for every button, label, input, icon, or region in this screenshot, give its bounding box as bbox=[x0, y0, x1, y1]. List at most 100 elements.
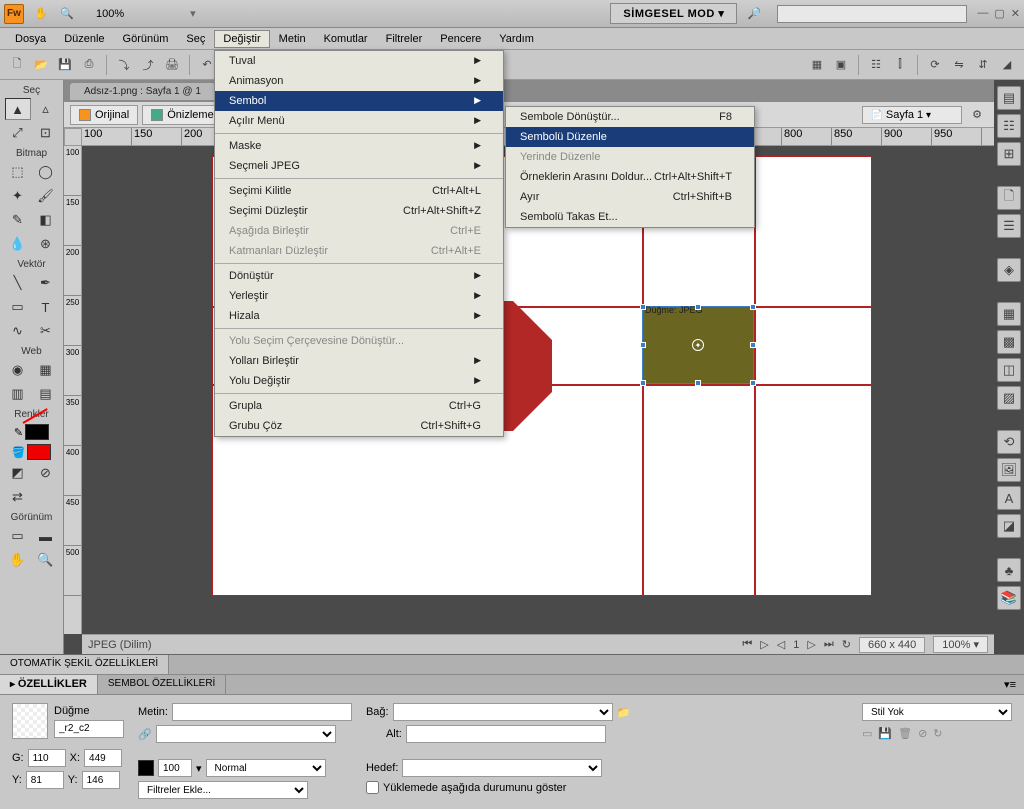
x-input[interactable] bbox=[84, 749, 122, 767]
menu-item[interactable]: Örneklerin Arasını Doldur...Ctrl+Alt+Shi… bbox=[506, 167, 754, 187]
menu-gorunum[interactable]: Görünüm bbox=[114, 30, 178, 48]
handle-tm[interactable] bbox=[695, 304, 701, 310]
maximize-icon[interactable]: ▢ bbox=[994, 7, 1004, 20]
dock-align-icon[interactable]: ⊞ bbox=[997, 142, 1021, 166]
new-icon[interactable]: 🗋 bbox=[6, 54, 28, 76]
handle-ml[interactable] bbox=[640, 342, 646, 348]
save-icon[interactable]: 💾 bbox=[54, 54, 76, 76]
scale-tool[interactable]: ⤢ bbox=[5, 122, 31, 144]
object-name-input[interactable] bbox=[54, 720, 124, 738]
flip-v-icon[interactable]: ⇵ bbox=[972, 54, 994, 76]
dock-library-icon[interactable]: 📚 bbox=[997, 586, 1021, 610]
handle-bm[interactable] bbox=[695, 380, 701, 386]
selected-button-symbol[interactable]: Düğme: JPEG ✦ bbox=[642, 306, 754, 384]
width-input[interactable] bbox=[28, 749, 66, 767]
dock-assets-icon[interactable]: ◈ bbox=[997, 258, 1021, 282]
fill-color[interactable] bbox=[27, 444, 51, 460]
marquee-tool[interactable]: ⬚ bbox=[5, 161, 31, 183]
style-delete-icon[interactable]: 🗑 bbox=[898, 727, 912, 740]
menu-item[interactable]: AyırCtrl+Shift+B bbox=[506, 187, 754, 207]
menu-yardim[interactable]: Yardım bbox=[490, 30, 543, 48]
frame-next-icon[interactable]: ▷ bbox=[807, 638, 815, 651]
menu-duzenle[interactable]: Düzenle bbox=[55, 30, 113, 48]
stamp-tool[interactable]: ⊛ bbox=[33, 233, 59, 255]
dock-mixer-icon[interactable]: ◫ bbox=[997, 358, 1021, 382]
dock-swatches-icon[interactable]: ▨ bbox=[997, 386, 1021, 410]
page-options-icon[interactable]: ⚙ bbox=[966, 104, 988, 126]
menu-item[interactable]: GruplaCtrl+G bbox=[215, 396, 503, 416]
menu-degistir[interactable]: Değiştir bbox=[214, 30, 269, 48]
menu-item[interactable]: Maske▶ bbox=[215, 136, 503, 156]
menu-komutlar[interactable]: Komutlar bbox=[315, 30, 377, 48]
filters-select[interactable]: Filtreler Ekle... bbox=[138, 781, 308, 799]
pencil-tool[interactable]: ✎ bbox=[5, 209, 31, 231]
style-select[interactable]: Stil Yok bbox=[862, 703, 1012, 721]
stroke-color[interactable] bbox=[25, 424, 49, 440]
menu-dosya[interactable]: Dosya bbox=[6, 30, 55, 48]
panel-autoshape-tab[interactable]: OTOMATİK ŞEKİL ÖZELLİKLERİ bbox=[0, 655, 169, 674]
export-icon[interactable]: ⤴ bbox=[137, 54, 159, 76]
menu-item[interactable]: Grubu ÇözCtrl+Shift+G bbox=[215, 416, 503, 436]
dock-url-icon[interactable]: ▩ bbox=[997, 330, 1021, 354]
slice-tool[interactable]: ▦ bbox=[33, 359, 59, 381]
doc-tab[interactable]: Adsız-1.png : Sayfa 1 @ 1 bbox=[70, 83, 215, 100]
menu-item[interactable]: Tuval▶ bbox=[215, 51, 503, 71]
dock-path-icon[interactable]: ⟲ bbox=[997, 430, 1021, 454]
menu-item[interactable]: Hizala▶ bbox=[215, 306, 503, 326]
menu-pencere[interactable]: Pencere bbox=[431, 30, 490, 48]
frame-play-icon[interactable]: ▷ bbox=[760, 638, 768, 651]
menu-item[interactable]: Yolu Değiştir▶ bbox=[215, 371, 503, 391]
y-input[interactable] bbox=[82, 771, 120, 789]
open-icon[interactable]: 📂 bbox=[30, 54, 52, 76]
handle-mr[interactable] bbox=[750, 342, 756, 348]
freeform-tool[interactable]: ∿ bbox=[5, 320, 31, 342]
zoom-tool[interactable]: 🔍 bbox=[33, 549, 59, 571]
wand-tool[interactable]: ✦ bbox=[5, 185, 31, 207]
search-input[interactable] bbox=[777, 5, 967, 23]
lasso-tool[interactable]: ◯ bbox=[33, 161, 59, 183]
hotspot-tool[interactable]: ◉ bbox=[5, 359, 31, 381]
show-slice-tool[interactable]: ▤ bbox=[33, 383, 59, 405]
link-select[interactable] bbox=[156, 725, 336, 743]
hand-icon[interactable]: ✋ bbox=[30, 3, 52, 25]
blur-tool[interactable]: 💧 bbox=[5, 233, 31, 255]
bag-select[interactable] bbox=[393, 703, 613, 721]
blend-select[interactable]: Normal bbox=[206, 759, 326, 777]
dock-3d-icon[interactable]: ◪ bbox=[997, 514, 1021, 538]
crop-tool[interactable]: ⊡ bbox=[33, 122, 59, 144]
style-break-icon[interactable]: ⊘ bbox=[918, 727, 927, 740]
menu-filtreler[interactable]: Filtreler bbox=[377, 30, 432, 48]
target-select[interactable] bbox=[402, 759, 602, 777]
panel-menu-icon[interactable]: ▾≡ bbox=[996, 675, 1024, 694]
eraser-tool[interactable]: ◧ bbox=[33, 209, 59, 231]
misc-icon[interactable]: ◢ bbox=[996, 54, 1018, 76]
flip-h-icon[interactable]: ⇋ bbox=[948, 54, 970, 76]
opacity-color[interactable] bbox=[138, 760, 154, 776]
align-icon[interactable]: ▦ bbox=[806, 54, 828, 76]
load-below-checkbox[interactable] bbox=[366, 781, 379, 794]
handle-bl[interactable] bbox=[640, 380, 646, 386]
screen-mode-tool[interactable]: ▭ bbox=[5, 525, 31, 547]
brush-tool[interactable]: 🖌 bbox=[33, 185, 59, 207]
alt-input[interactable] bbox=[406, 725, 606, 743]
frame-first-icon[interactable]: ⏮ bbox=[742, 638, 752, 651]
rotate-icon[interactable]: ⟳ bbox=[924, 54, 946, 76]
page-selector[interactable]: 📄 Sayfa 1 ▾ bbox=[862, 106, 962, 124]
saveall-icon[interactable]: ⎙ bbox=[78, 54, 100, 76]
frame-last-icon[interactable]: ⏭ bbox=[824, 638, 834, 651]
menu-item[interactable]: Sembol▶ bbox=[215, 91, 503, 111]
handle-tl[interactable] bbox=[640, 304, 646, 310]
text-tool[interactable]: T bbox=[33, 296, 59, 318]
dock-text-icon[interactable]: A bbox=[997, 486, 1021, 510]
distrib-icon[interactable]: ⫿ bbox=[889, 54, 911, 76]
text-input[interactable] bbox=[172, 703, 352, 721]
hand-tool[interactable]: ✋ bbox=[5, 549, 31, 571]
dock-optimize-icon[interactable]: ▤ bbox=[997, 86, 1021, 110]
nocolor-tool[interactable]: ⊘ bbox=[33, 462, 59, 484]
menu-item[interactable]: Seçmeli JPEG▶ bbox=[215, 156, 503, 176]
rect-tool[interactable]: ▭ bbox=[5, 296, 31, 318]
minimize-icon[interactable]: — bbox=[977, 7, 988, 20]
menu-item[interactable]: Sembolü Düzenle bbox=[506, 127, 754, 147]
menu-item[interactable]: Yolları Birleştir▶ bbox=[215, 351, 503, 371]
style-refresh-icon[interactable]: ↻ bbox=[933, 727, 942, 740]
